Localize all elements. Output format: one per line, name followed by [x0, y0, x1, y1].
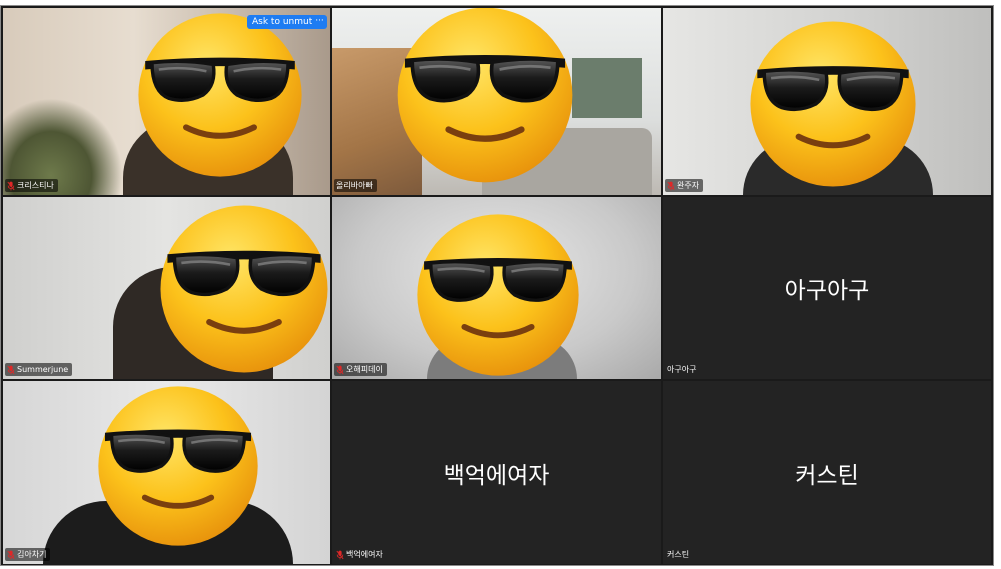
participant-tile-no-video[interactable]: 아구아구 아구아구 [663, 197, 991, 379]
participant-name: 올리바아빠 [336, 181, 373, 190]
participant-tile-active-speaker[interactable]: 올리바아빠 [332, 8, 661, 195]
mic-muted-icon [667, 181, 675, 191]
participant-name-tag: 올리바아빠 [334, 179, 377, 192]
participant-tile[interactable]: 완주자 [663, 8, 991, 195]
participant-name: 크리스티나 [17, 181, 54, 190]
participant-tile[interactable]: 오해피데이 [332, 197, 661, 379]
mic-muted-icon [7, 181, 15, 191]
mic-muted-icon [336, 550, 344, 560]
participant-tile[interactable]: Summerjune [3, 197, 330, 379]
participant-tile[interactable]: 김아차기 [3, 381, 330, 564]
participant-name: 아구아구 [667, 365, 697, 374]
participant-display-name: 아구아구 [784, 278, 870, 304]
participant-name-tag: 백억에여자 [334, 548, 387, 561]
participant-name-tag: 커스틴 [665, 548, 693, 561]
participant-display-name: 백억에여자 [443, 462, 550, 489]
participant-name-tag: 오해피데이 [334, 363, 387, 376]
participant-name-tag: 크리스티나 [5, 179, 58, 192]
mic-muted-icon [7, 550, 15, 560]
video-gallery: Ask to unmute ··· 크리스티나 올리바아빠 완주자 Summer… [0, 5, 994, 566]
more-options-button[interactable]: ··· [312, 15, 327, 29]
participant-name-tag: 아구아구 [665, 363, 700, 376]
participant-tile[interactable]: Ask to unmute ··· 크리스티나 [3, 8, 330, 195]
participant-name: 커스틴 [667, 550, 690, 559]
sunglasses-emoji-icon [747, 18, 919, 190]
participant-name: 완주자 [677, 181, 700, 190]
sunglasses-emoji-icon [157, 202, 330, 376]
participant-name: 오해피데이 [346, 365, 383, 374]
participant-name-tag: 완주자 [665, 179, 704, 192]
sunglasses-emoji-icon [414, 211, 582, 379]
mic-muted-icon [336, 365, 344, 375]
participant-tile-no-video[interactable]: 커스틴 커스틴 [663, 381, 991, 564]
sunglasses-emoji-icon [394, 8, 576, 186]
participant-name: 백억에여자 [346, 550, 383, 559]
participant-name: 김아차기 [17, 550, 47, 559]
sunglasses-emoji-icon [135, 10, 305, 180]
participant-display-name: 커스틴 [795, 462, 859, 489]
sunglasses-emoji-icon [95, 383, 261, 549]
participant-name: Summerjune [17, 365, 69, 374]
participant-name-tag: Summerjune [5, 363, 73, 376]
mic-muted-icon [7, 365, 15, 375]
participant-name-tag: 김아차기 [5, 548, 51, 561]
participant-tile-no-video[interactable]: 백억에여자 백억에여자 [332, 381, 661, 564]
